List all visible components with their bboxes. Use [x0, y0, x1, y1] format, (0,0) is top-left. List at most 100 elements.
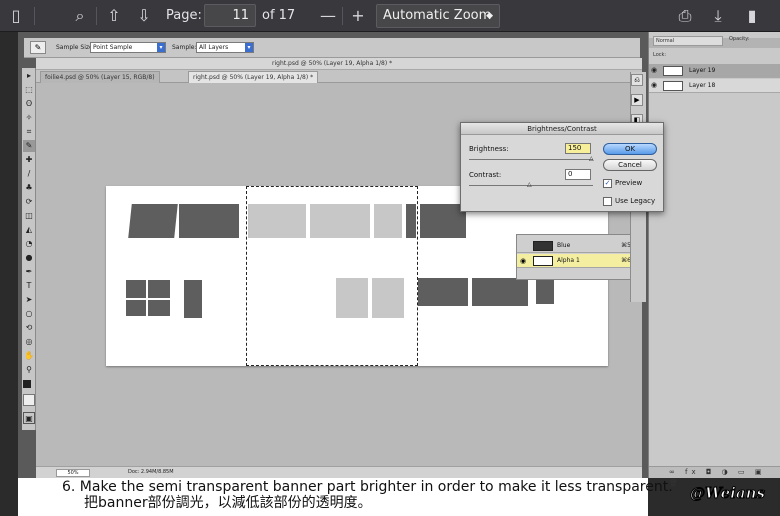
- sample-select[interactable]: All Layers: [196, 42, 254, 53]
- 3d-orbit-icon[interactable]: ◎: [23, 336, 35, 348]
- photoshop-screenshot: ✎ Sample Size: Point Sample Sample: All …: [18, 32, 780, 487]
- cancel-button[interactable]: Cancel: [603, 159, 657, 171]
- toolbar-separator: [342, 7, 343, 25]
- blur-tool-icon[interactable]: ◔: [23, 238, 35, 250]
- crop-tool-icon[interactable]: ⌗: [23, 126, 35, 138]
- layers-panel: Normal Opacity: Lock: ◉ Layer 19 ◉ Layer…: [648, 32, 780, 487]
- layer-thumbnail: [663, 66, 683, 76]
- page-label: Page:: [166, 8, 202, 23]
- brightness-contrast-dialog: Brightness/Contrast Brightness: 150 △ Co…: [460, 122, 664, 212]
- layer-row[interactable]: ◉ Layer 19: [649, 64, 780, 78]
- healing-brush-icon[interactable]: ✚: [23, 154, 35, 166]
- path-selection-icon[interactable]: ➤: [23, 294, 35, 306]
- page-number-input[interactable]: 11: [204, 4, 256, 27]
- watermark-logo: @Weians: [690, 484, 766, 503]
- tools-panel: ▸ ⬚ ʘ ✧ ⌗ ✎ ✚ / ♣ ⟳ ◫ ◭ ◔ ● ✒ T ➤ ○ ⟲ ◎ …: [22, 68, 36, 430]
- eye-icon[interactable]: ◉: [651, 66, 657, 74]
- hand-tool-icon[interactable]: ✋: [23, 350, 35, 362]
- zoom-tool-icon[interactable]: ⚲: [23, 364, 35, 376]
- brightness-input[interactable]: 150: [565, 143, 591, 154]
- banner-block: [126, 280, 146, 298]
- marquee-selection: [246, 186, 418, 366]
- channels-panel: Blue ⌘5 ◉ Alpha 1 ⌘6: [516, 234, 642, 280]
- tutorial-caption: 6. Make the semi transparent banner part…: [62, 479, 702, 511]
- bookmark-icon[interactable]: ▮: [740, 4, 764, 28]
- banner-block: [148, 300, 170, 316]
- chevron-down-icon: ◆: [486, 11, 493, 21]
- pen-tool-icon[interactable]: ✒: [23, 266, 35, 278]
- preview-checkbox[interactable]: ✓: [603, 179, 612, 188]
- tab-right[interactable]: right.psd @ 50% (Layer 19, Alpha 1/8) *: [188, 71, 319, 83]
- contrast-input[interactable]: 0: [565, 169, 591, 180]
- print-icon[interactable]: ⎙: [673, 4, 697, 28]
- history-panel-icon[interactable]: ⎌: [631, 74, 643, 86]
- banner-block: [126, 300, 146, 316]
- channel-name: Alpha 1: [557, 257, 580, 264]
- layer-row[interactable]: ◉ Layer 18: [649, 79, 780, 93]
- preview-label: Preview: [615, 179, 643, 187]
- banner-block: [148, 280, 170, 298]
- document-titlebar: right.psd @ 50% (Layer 19, Alpha 1/8) *: [36, 58, 642, 70]
- sample-size-select[interactable]: Point Sample: [90, 42, 166, 53]
- dialog-title: Brightness/Contrast: [461, 123, 663, 135]
- banner-block: [472, 278, 528, 306]
- eraser-tool-icon[interactable]: ◫: [23, 210, 35, 222]
- zoom-out-icon[interactable]: —: [316, 4, 340, 28]
- ok-button[interactable]: OK: [603, 143, 657, 155]
- caption-english: 6. Make the semi transparent banner part…: [62, 479, 673, 495]
- tab-foilie4[interactable]: foilie4.psd @ 50% (Layer 15, RGB/8): [40, 71, 160, 83]
- options-bar: ✎ Sample Size: Point Sample Sample: All …: [24, 38, 640, 58]
- page-total: of 17: [262, 8, 296, 23]
- next-page-icon[interactable]: ⇩: [132, 4, 156, 28]
- eye-icon[interactable]: ◉: [651, 81, 657, 89]
- brush-tool-icon[interactable]: /: [23, 168, 35, 180]
- stamp-tool-icon[interactable]: ♣: [23, 182, 35, 194]
- type-tool-icon[interactable]: T: [23, 280, 35, 292]
- brightness-slider-thumb[interactable]: △: [589, 156, 595, 162]
- document-title: right.psd @ 50% (Layer 19, Alpha 1/8) *: [272, 60, 393, 67]
- paint-bucket-icon[interactable]: ◭: [23, 224, 35, 236]
- channel-thumbnail: [533, 256, 553, 266]
- magic-wand-icon[interactable]: ✧: [23, 112, 35, 124]
- history-brush-icon[interactable]: ⟳: [23, 196, 35, 208]
- channel-name: Blue: [557, 242, 571, 249]
- search-icon[interactable]: ⌕: [68, 4, 92, 28]
- toolbar-separator: [34, 7, 35, 25]
- channel-row[interactable]: Blue ⌘5: [517, 239, 635, 253]
- download-icon[interactable]: ⤓: [706, 4, 730, 28]
- toolbar-separator: [96, 7, 97, 25]
- contrast-slider-thumb[interactable]: △: [527, 182, 533, 188]
- blend-mode-select[interactable]: Normal: [653, 36, 723, 46]
- zoom-percentage[interactable]: 50%: [56, 469, 90, 477]
- shape-tool-icon[interactable]: ○: [23, 308, 35, 320]
- sample-label: Sample:: [172, 44, 197, 51]
- use-legacy-checkbox[interactable]: [603, 197, 612, 206]
- sample-size-label: Sample Size:: [56, 44, 95, 51]
- layers-footer-icons[interactable]: ∞ fx ◘ ◑ ▭ ▣ 🗑: [649, 466, 780, 487]
- move-tool-icon[interactable]: ▸: [23, 70, 35, 82]
- zoom-in-icon[interactable]: +: [346, 4, 370, 28]
- actions-panel-icon[interactable]: ▶: [631, 94, 643, 106]
- eyedropper-tool-icon[interactable]: ✎: [23, 140, 35, 152]
- eyedropper-icon[interactable]: ✎: [30, 41, 46, 54]
- use-legacy-label: Use Legacy: [615, 197, 656, 205]
- channel-thumbnail: [533, 241, 553, 251]
- zoom-select[interactable]: Automatic Zoom ◆: [376, 4, 500, 28]
- banner-block: [184, 280, 202, 318]
- zoom-select-value: Automatic Zoom: [383, 8, 492, 23]
- contrast-label: Contrast:: [469, 171, 502, 179]
- background-color-icon[interactable]: [23, 394, 35, 406]
- foreground-color-icon[interactable]: [23, 380, 31, 388]
- quick-mask-icon[interactable]: ▣: [23, 412, 35, 424]
- lock-label: Lock:: [653, 52, 667, 58]
- brightness-slider[interactable]: [469, 159, 593, 160]
- lasso-tool-icon[interactable]: ʘ: [23, 98, 35, 110]
- dodge-tool-icon[interactable]: ●: [23, 252, 35, 264]
- eye-icon[interactable]: ◉: [520, 257, 526, 265]
- sidebar-toggle-icon[interactable]: ▯: [4, 4, 28, 28]
- 3d-rotate-icon[interactable]: ⟲: [23, 322, 35, 334]
- channel-row[interactable]: ◉ Alpha 1 ⌘6: [517, 254, 635, 268]
- previous-page-icon[interactable]: ⇧: [102, 4, 126, 28]
- pdf-toolbar: ▯ ⌕ ⇧ ⇩ Page: 11 of 17 — + Automatic Zoo…: [0, 0, 780, 32]
- marquee-tool-icon[interactable]: ⬚: [23, 84, 35, 96]
